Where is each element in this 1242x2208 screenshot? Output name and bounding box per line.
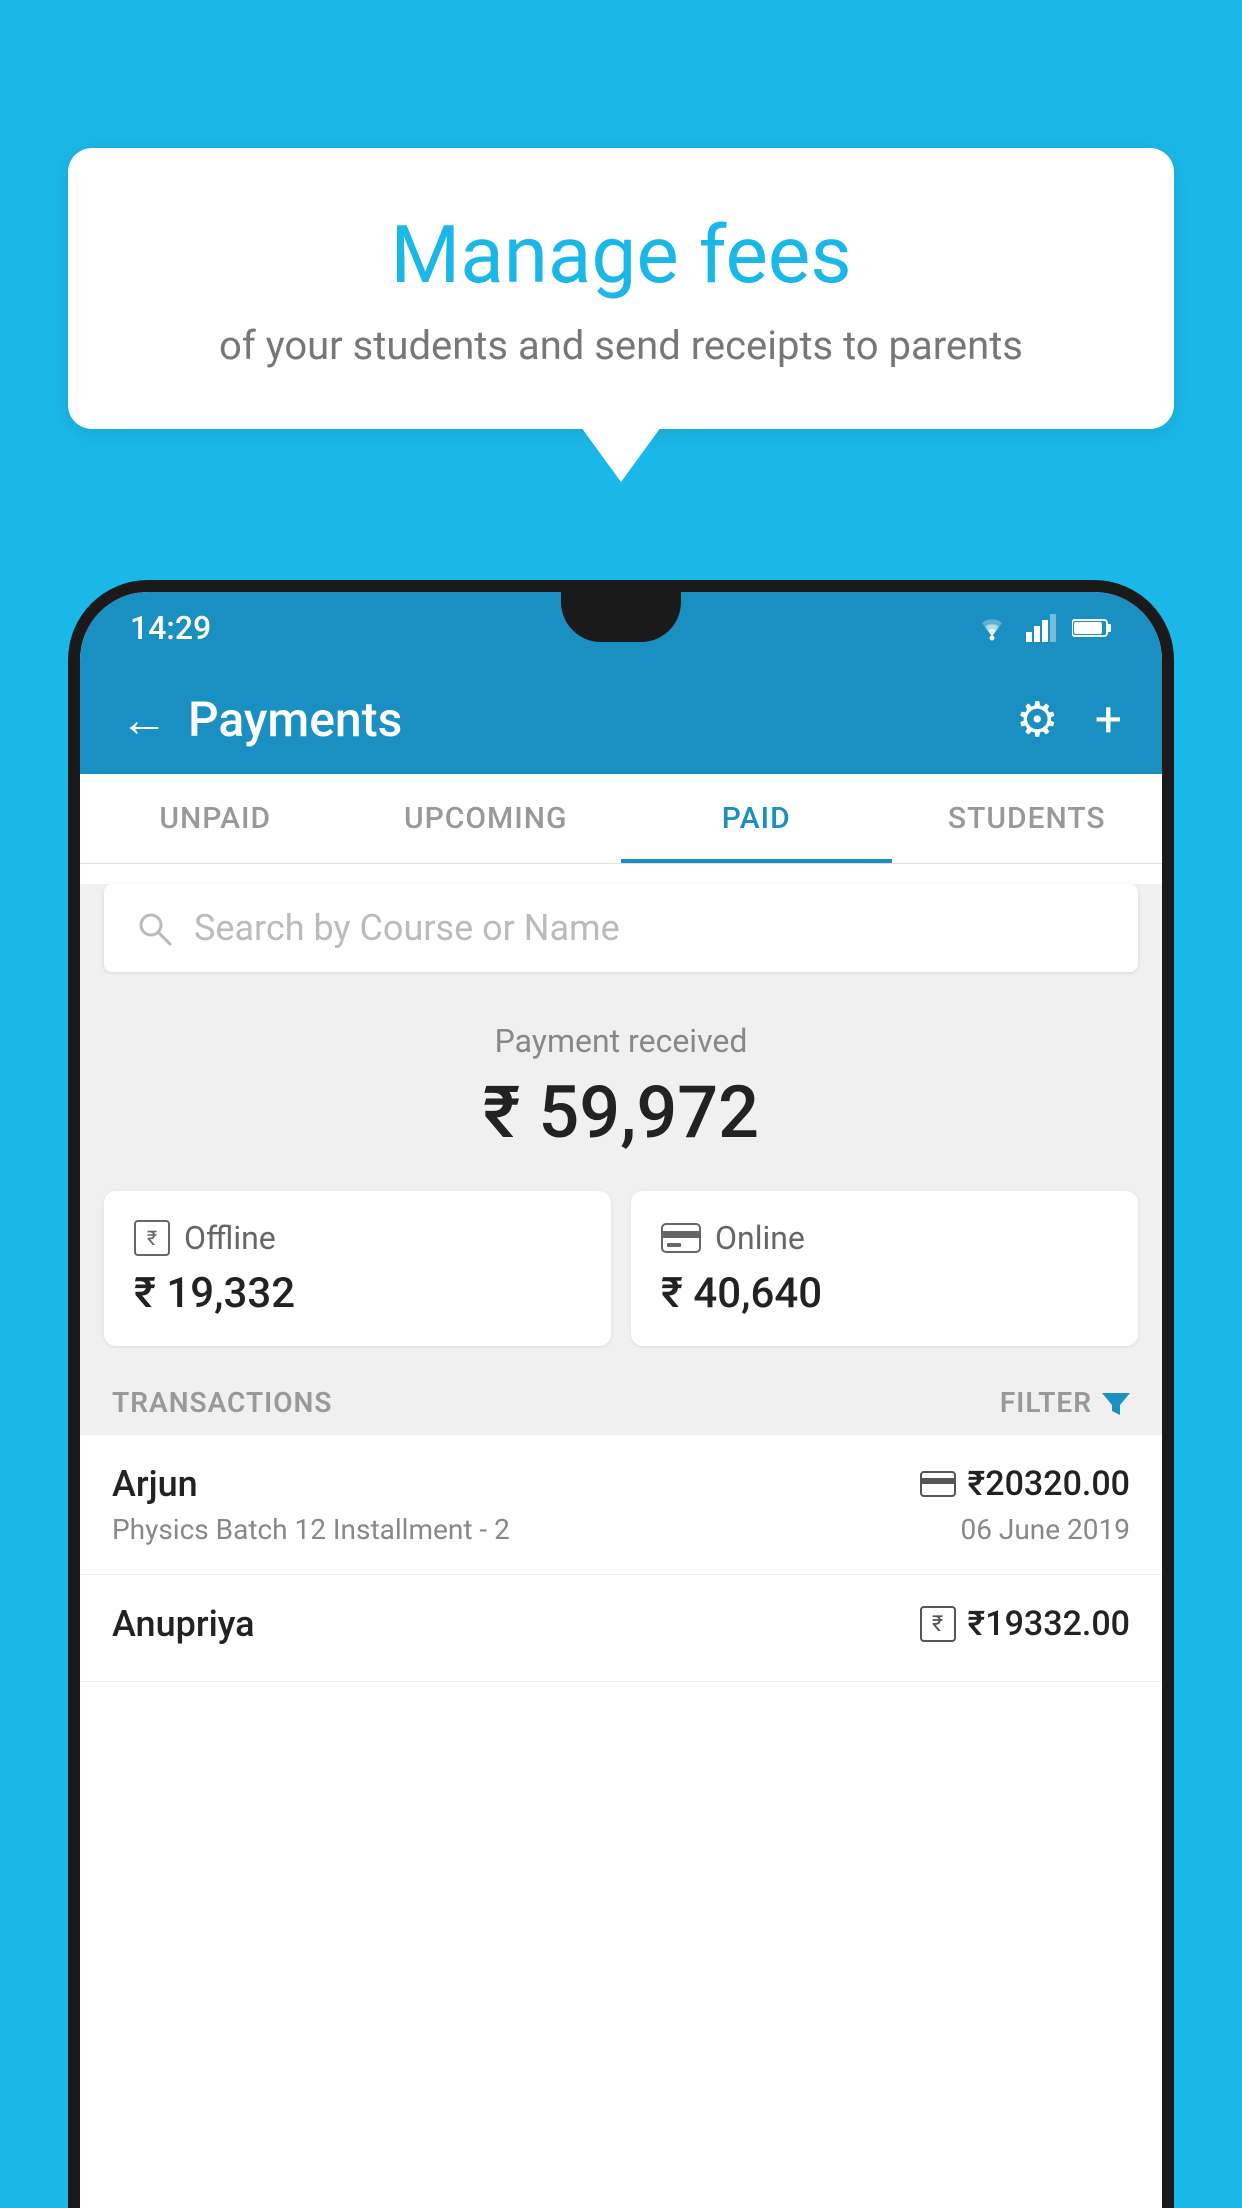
search-placeholder: Search by Course or Name [194,907,620,949]
content-area: Search by Course or Name Payment receive… [80,884,1162,1682]
app-bar-title: Payments [188,691,402,748]
transaction-amount: ₹20320.00 [968,1464,1130,1504]
gear-icon[interactable]: ⚙ [1016,691,1059,748]
transaction-date: 06 June 2019 [960,1513,1130,1546]
status-bar: 14:29 [80,592,1162,664]
offline-card-header: ₹ Offline [134,1219,581,1257]
signal-icon [1026,614,1056,642]
status-bar-icons [974,614,1112,642]
online-card-header: Online [661,1219,1108,1257]
search-bar[interactable]: Search by Course or Name [104,884,1138,972]
tab-paid[interactable]: PAID [621,774,892,863]
transaction-row-top: Arjun ₹20320.00 [112,1463,1130,1505]
online-payment-card: Online ₹ 40,640 [631,1191,1138,1346]
tab-unpaid[interactable]: UNPAID [80,774,351,863]
offline-amount: ₹ 19,332 [134,1269,581,1318]
transaction-row-top: Anupriya ₹ ₹19332.00 [112,1603,1130,1645]
tab-students[interactable]: STUDENTS [892,774,1163,863]
rupee-card-icon: ₹ [134,1220,170,1256]
filter-label: FILTER [1000,1386,1092,1419]
payment-amount: ₹ 59,972 [104,1070,1138,1155]
svg-text:₹: ₹ [147,1226,157,1250]
payment-received-label: Payment received [104,1022,1138,1060]
offline-label: Offline [184,1219,276,1257]
manage-fees-subtitle: of your students and send receipts to pa… [148,322,1094,369]
phone-bezel: 14:29 [80,592,1162,2208]
notch [561,592,681,642]
online-label: Online [715,1219,805,1257]
card-icon [661,1223,701,1253]
payment-cards-row: ₹ Offline ₹ 19,332 Online [80,1175,1162,1370]
phone-frame: 14:29 [68,580,1174,2208]
offline-payment-card: ₹ Offline ₹ 19,332 [104,1191,611,1346]
transaction-amount-row: ₹20320.00 [920,1464,1130,1504]
tabs-container: UNPAID UPCOMING PAID STUDENTS [80,774,1162,864]
speech-bubble: Manage fees of your students and send re… [68,148,1174,429]
speech-bubble-container: Manage fees of your students and send re… [68,148,1174,482]
online-amount: ₹ 40,640 [661,1269,1108,1318]
transaction-amount: ₹19332.00 [968,1604,1130,1644]
payment-received-section: Payment received ₹ 59,972 [80,992,1162,1175]
wifi-icon [974,614,1010,642]
transaction-name: Anupriya [112,1603,255,1645]
transaction-name: Arjun [112,1463,198,1505]
transactions-header: TRANSACTIONS FILTER [80,1370,1162,1435]
speech-bubble-arrow [581,427,661,482]
transactions-label: TRANSACTIONS [112,1386,332,1419]
card-payment-icon [920,1471,956,1497]
app-bar-left: ← Payments [120,691,402,748]
manage-fees-title: Manage fees [148,208,1094,302]
filter-icon [1102,1389,1130,1417]
back-button[interactable]: ← [120,691,168,748]
status-bar-time: 14:29 [130,609,211,647]
filter-button[interactable]: FILTER [1000,1386,1130,1419]
battery-icon [1072,617,1112,639]
app-bar: ← Payments ⚙ + [80,664,1162,774]
cash-payment-icon: ₹ [920,1606,956,1642]
tab-upcoming[interactable]: UPCOMING [351,774,622,863]
add-button[interactable]: + [1095,691,1122,748]
transaction-amount-row: ₹ ₹19332.00 [920,1604,1130,1644]
transaction-row-bottom: Physics Batch 12 Installment - 2 06 June… [112,1513,1130,1546]
transaction-item[interactable]: Anupriya ₹ ₹19332.00 [80,1575,1162,1682]
transaction-course: Physics Batch 12 Installment - 2 [112,1513,510,1546]
transaction-item[interactable]: Arjun ₹20320.00 Physics Batch 12 Install… [80,1435,1162,1575]
search-icon [134,908,174,948]
app-bar-right: ⚙ + [1016,691,1122,748]
